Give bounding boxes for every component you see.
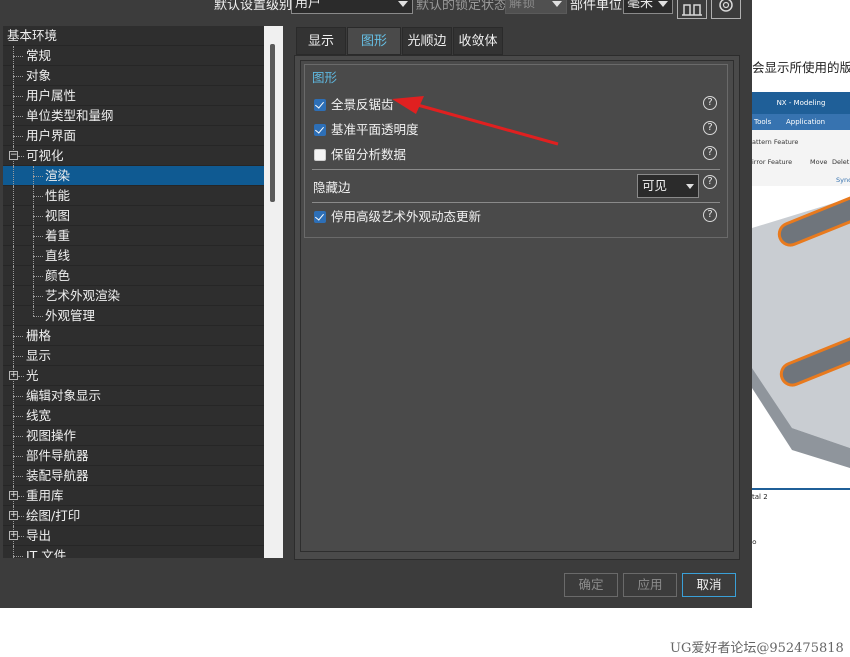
tree-item-rendering[interactable]: 渲染 bbox=[3, 166, 283, 186]
keep-analysis-data-checkbox[interactable] bbox=[314, 149, 326, 161]
cancel-button[interactable]: 取消 bbox=[682, 573, 736, 597]
background-text: 会显示所使用的版 bbox=[752, 60, 850, 75]
chevron-down-icon bbox=[658, 1, 668, 7]
preferences-tree: 基本环境 常规 对象 用户属性 单位类型和量纲 用户界面 − 可视化 渲染 性能 … bbox=[3, 26, 283, 558]
chevron-down-icon bbox=[686, 184, 694, 189]
datum-plane-transparency-checkbox[interactable] bbox=[314, 124, 326, 136]
tree-item-edit-object-display[interactable]: 编辑对象显示 bbox=[3, 386, 283, 406]
nx-part-graphic bbox=[752, 196, 850, 468]
tree-item-colors[interactable]: 颜色 bbox=[3, 266, 283, 286]
tree-item-performance[interactable]: 性能 bbox=[3, 186, 283, 206]
antialias-label: 全景反锯齿 bbox=[331, 97, 394, 112]
tree-item-drawing-print[interactable]: + 绘图/打印 bbox=[3, 506, 283, 526]
tree-item-lines[interactable]: 直线 bbox=[3, 246, 283, 266]
help-icon[interactable]: ? bbox=[703, 175, 717, 189]
graphics-group-title: 图形 bbox=[312, 70, 338, 85]
tree-item-part-navigator[interactable]: 部件导航器 bbox=[3, 446, 283, 466]
settings-topbar: 默认设置级别 用户 默认的锁定状态 解锁 部件单位 毫米 bbox=[0, 0, 752, 20]
preferences-dialog: 默认设置级别 用户 默认的锁定状态 解锁 部件单位 毫米 基本环境 常规 对象 … bbox=[0, 0, 752, 608]
tab-smooth-edges[interactable]: 光顺边 bbox=[402, 27, 452, 55]
part-unit-select[interactable]: 毫米 bbox=[623, 0, 673, 14]
tree-item-emphasis[interactable]: 着重 bbox=[3, 226, 283, 246]
tree-item-display[interactable]: 显示 bbox=[3, 346, 283, 366]
help-icon[interactable]: ? bbox=[703, 96, 717, 110]
chevron-down-icon bbox=[552, 1, 562, 7]
ok-button[interactable]: 确定 bbox=[564, 573, 618, 597]
tree-item-export[interactable]: + 导出 bbox=[3, 526, 283, 546]
antialias-checkbox[interactable] bbox=[314, 99, 326, 111]
gear-icon bbox=[719, 0, 733, 12]
tree-item-basic-env[interactable]: 基本环境 bbox=[3, 26, 283, 46]
tree-item-appearance-mgmt[interactable]: 外观管理 bbox=[3, 306, 283, 326]
expand-icon: + bbox=[9, 370, 18, 380]
help-icon[interactable]: ? bbox=[703, 121, 717, 135]
hidden-edges-select[interactable]: 可见 bbox=[637, 174, 699, 198]
disable-artistic-update-checkbox[interactable] bbox=[314, 211, 326, 223]
nx-ribbon: attern Feature irror Feature Move Delet … bbox=[752, 130, 850, 186]
tree-item-artistic-render[interactable]: 艺术外观渲染 bbox=[3, 286, 283, 306]
tree-item-light[interactable]: + 光 bbox=[3, 366, 283, 386]
tab-convergent-body[interactable]: 收敛体 bbox=[453, 27, 503, 55]
tree-item-user-interface[interactable]: 用户界面 bbox=[3, 126, 283, 146]
gear-icon-button[interactable] bbox=[711, 0, 741, 19]
nx-status-bar: tal 2 bbox=[752, 488, 850, 502]
part-unit-label: 部件单位 bbox=[570, 0, 623, 13]
tab-graphics[interactable]: 图形 bbox=[347, 27, 401, 55]
chevron-down-icon bbox=[398, 1, 408, 7]
collapse-icon: − bbox=[9, 150, 18, 160]
help-icon[interactable]: ? bbox=[703, 208, 717, 222]
scale-icon bbox=[682, 4, 702, 16]
nx-screenshot-image: NX - Modeling Tools Application attern F… bbox=[752, 92, 850, 502]
expand-icon: + bbox=[9, 530, 18, 540]
tree-item-line-width[interactable]: 线宽 bbox=[3, 406, 283, 426]
background-period: 。 bbox=[752, 532, 765, 546]
scale-icon-button[interactable] bbox=[677, 0, 707, 19]
divider bbox=[312, 169, 720, 170]
default-level-label: 默认设置级别 bbox=[214, 0, 293, 13]
tree-item-view[interactable]: 视图 bbox=[3, 206, 283, 226]
help-icon[interactable]: ? bbox=[703, 146, 717, 160]
tree-item-view-operation[interactable]: 视图操作 bbox=[3, 426, 283, 446]
tree-item-jt-file[interactable]: JT 文件 bbox=[3, 546, 283, 558]
tree-item-user-attributes[interactable]: 用户属性 bbox=[3, 86, 283, 106]
tree-item-grid[interactable]: 栅格 bbox=[3, 326, 283, 346]
expand-icon: + bbox=[9, 490, 18, 500]
tree-scrollbar-thumb[interactable] bbox=[270, 44, 275, 202]
nx-title-bar: NX - Modeling bbox=[752, 92, 850, 114]
nx-menu-bar: Tools Application bbox=[752, 114, 850, 130]
watermark-text: UG爱好者论坛@952475818 bbox=[670, 641, 844, 656]
red-arrow-annotation bbox=[392, 96, 559, 146]
tree-item-object[interactable]: 对象 bbox=[3, 66, 283, 86]
apply-button[interactable]: 应用 bbox=[623, 573, 677, 597]
tree-item-assembly-navigator[interactable]: 装配导航器 bbox=[3, 466, 283, 486]
divider bbox=[312, 202, 720, 203]
lock-state-label: 默认的锁定状态 bbox=[416, 0, 508, 13]
default-level-select[interactable]: 用户 bbox=[291, 0, 413, 14]
lock-state-select: 解锁 bbox=[505, 0, 567, 14]
disable-artistic-update-label: 停用高级艺术外观动态更新 bbox=[331, 209, 482, 224]
tree-item-visualization[interactable]: − 可视化 bbox=[3, 146, 283, 166]
tree-item-reuse-library[interactable]: + 重用库 bbox=[3, 486, 283, 506]
tree-item-units[interactable]: 单位类型和量纲 bbox=[3, 106, 283, 126]
tree-item-general[interactable]: 常规 bbox=[3, 46, 283, 66]
expand-icon: + bbox=[9, 510, 18, 520]
tab-display[interactable]: 显示 bbox=[296, 27, 346, 55]
hidden-edges-label: 隐藏边 bbox=[313, 180, 351, 195]
